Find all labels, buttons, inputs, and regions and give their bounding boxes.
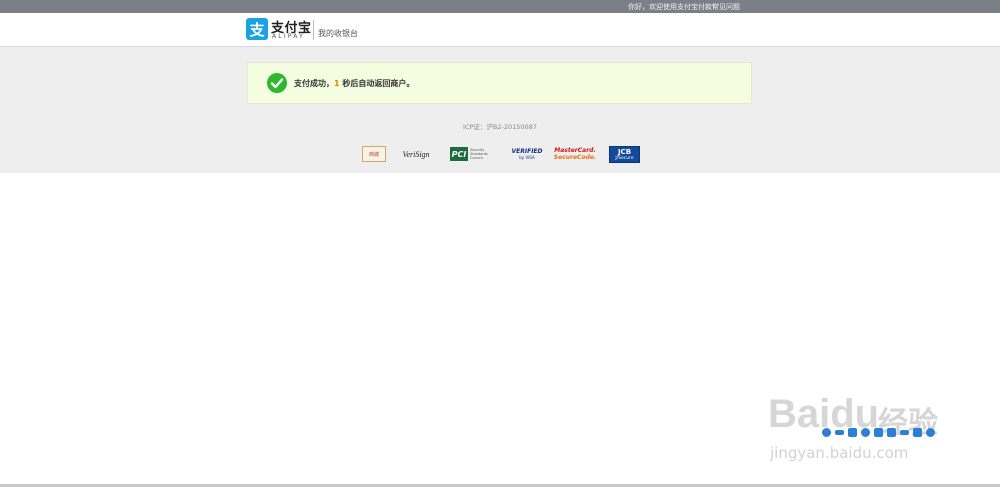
success-suffix: 秒后自动返回商户。 bbox=[339, 79, 415, 88]
baidu-watermark: Baidu 经验 jingyan.baidu.com bbox=[760, 370, 990, 470]
browser-floating-toolbar bbox=[822, 425, 939, 439]
alipay-logo-icon[interactable]: 支 bbox=[246, 18, 268, 40]
pci-mark: PCI bbox=[450, 147, 468, 161]
jcb-text: JCB bbox=[617, 148, 632, 156]
pin-icon[interactable] bbox=[848, 427, 857, 437]
window-icon[interactable] bbox=[887, 427, 896, 437]
visa-verified-text: VERIFIED bbox=[511, 148, 543, 155]
watermark-url: jingyan.baidu.com bbox=[770, 444, 909, 462]
verisign-label: VeriSign bbox=[402, 149, 430, 159]
mastercard-securecode-badge[interactable]: MasterCard. SecureCode. bbox=[553, 146, 597, 162]
welcome-text: 你好，欢迎使用支付宝付款! bbox=[628, 3, 715, 11]
icp-license: ICP证：沪B2-20150087 bbox=[463, 123, 537, 131]
verisign-badge[interactable]: VeriSign bbox=[398, 146, 434, 162]
mall-seal-label: 商城 bbox=[368, 151, 379, 158]
tools-icon[interactable] bbox=[874, 427, 883, 437]
settings-icon[interactable] bbox=[926, 427, 935, 437]
payment-success-notice: 支付成功，1 秒后自动返回商户。 bbox=[247, 62, 752, 104]
securecode-text: SecureCode. bbox=[553, 154, 597, 161]
jsecure-text: J/Secure bbox=[615, 156, 634, 161]
jcb-jsecure-badge[interactable]: JCB J/Secure bbox=[609, 146, 640, 163]
mastercard-text: MasterCard. bbox=[554, 147, 596, 154]
cloud-icon[interactable] bbox=[822, 427, 831, 437]
logo-divider bbox=[313, 20, 314, 40]
header: 支 支付宝 ALIPAY 我的收银台 bbox=[0, 13, 1000, 47]
pci-badge[interactable]: PCI Security Standards Council bbox=[448, 146, 500, 162]
logo-subtext: ALIPAY bbox=[272, 33, 305, 40]
success-prefix: 支付成功， bbox=[294, 79, 334, 88]
minimize-icon[interactable] bbox=[900, 429, 909, 435]
top-bar: 你好，欢迎使用支付宝付款! 常见问题 bbox=[0, 0, 1000, 13]
refresh-icon[interactable] bbox=[861, 427, 870, 437]
trash-icon[interactable] bbox=[913, 427, 922, 437]
svg-text:支: 支 bbox=[248, 21, 265, 39]
check-circle-icon bbox=[267, 73, 287, 93]
arrow-icon[interactable] bbox=[835, 429, 844, 435]
success-message: 支付成功，1 秒后自动返回商户。 bbox=[294, 78, 414, 89]
mall-seal-badge[interactable]: 商城 bbox=[362, 146, 386, 162]
cashier-title: 我的收银台 bbox=[318, 29, 358, 38]
verified-by-visa-badge[interactable]: VERIFIED by VISA bbox=[511, 146, 543, 162]
faq-link[interactable]: 常见问题 bbox=[712, 2, 740, 12]
pci-council-text: Security Standards Council bbox=[470, 148, 488, 160]
visa-by-text: by VISA bbox=[519, 155, 535, 160]
